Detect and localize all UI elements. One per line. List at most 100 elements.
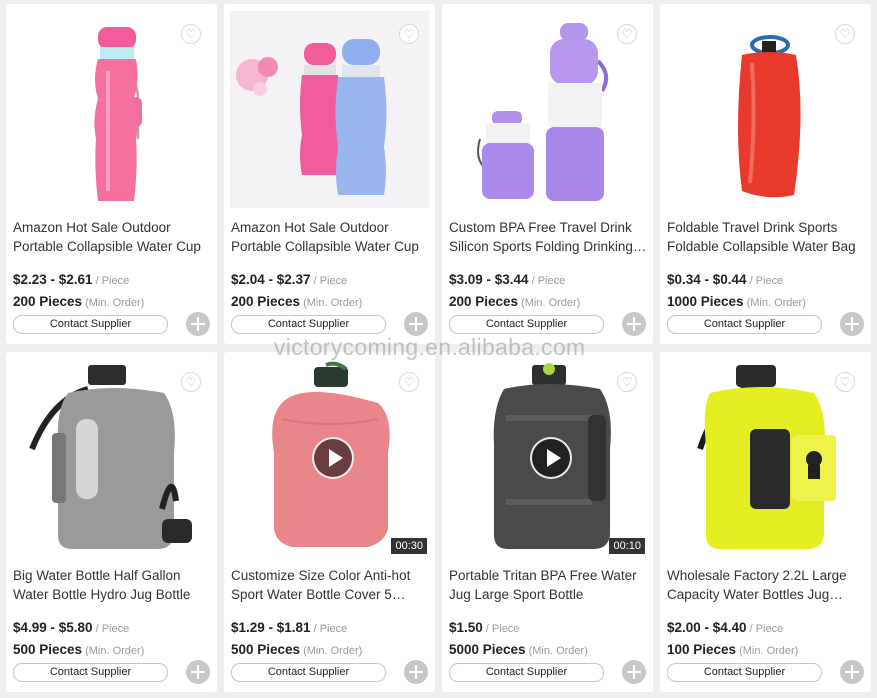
product-title[interactable]: Custom BPA Free Travel Drink Silicon Spo… — [449, 218, 649, 256]
min-order-label: (Min. Order) — [739, 645, 799, 657]
contact-supplier-button[interactable]: Contact Supplier — [449, 315, 604, 334]
product-title[interactable]: Portable Tritan BPA Free Water Jug Large… — [449, 566, 649, 604]
min-order-label: (Min. Order) — [746, 297, 806, 309]
moq-line: 100 Pieces (Min. Order) — [667, 641, 798, 659]
product-title[interactable]: Amazon Hot Sale Outdoor Portable Collaps… — [231, 218, 431, 256]
min-order-label: (Min. Order) — [303, 645, 363, 657]
product-image[interactable]: ♡ — [230, 11, 429, 208]
product-card[interactable]: ♡ Foldable Travel Drink Sports Foldable … — [660, 4, 871, 344]
min-order-qty: 200 Pieces — [13, 294, 83, 309]
product-image[interactable]: ♡ — [12, 11, 211, 208]
price-line: $4.99 - $5.80/ Piece — [13, 619, 129, 637]
video-duration: 00:10 — [609, 538, 645, 554]
contact-supplier-button[interactable]: Contact Supplier — [449, 663, 604, 682]
add-icon[interactable] — [404, 312, 428, 336]
add-icon[interactable] — [404, 660, 428, 684]
price-line: $1.50/ Piece — [449, 619, 519, 637]
contact-supplier-button[interactable]: Contact Supplier — [231, 663, 386, 682]
moq-line: 1000 Pieces (Min. Order) — [667, 293, 806, 311]
moq-line: 500 Pieces (Min. Order) — [231, 641, 362, 659]
product-card[interactable]: ♡ Amazon Hot Sale Outdoor Portable Colla… — [6, 4, 217, 344]
price-line: $2.00 - $4.40/ Piece — [667, 619, 783, 637]
product-title[interactable]: Wholesale Factory 2.2L Large Capacity Wa… — [667, 566, 867, 604]
product-card[interactable]: 00:30 ♡ Customize Size Color Anti-hot Sp… — [224, 352, 435, 692]
product-image[interactable]: ♡ — [12, 359, 211, 556]
heart-icon[interactable]: ♡ — [181, 372, 201, 392]
product-title[interactable]: Customize Size Color Anti-hot Sport Wate… — [231, 566, 431, 604]
unit-label: / Piece — [313, 623, 348, 635]
min-order-qty: 500 Pieces — [231, 642, 301, 657]
moq-line: 200 Pieces (Min. Order) — [449, 293, 580, 311]
add-icon[interactable] — [840, 312, 864, 336]
product-price: $2.00 - $4.40 — [667, 620, 747, 635]
moq-line: 200 Pieces (Min. Order) — [13, 293, 144, 311]
product-grid: ♡ Amazon Hot Sale Outdoor Portable Colla… — [6, 4, 871, 692]
product-image[interactable]: ♡ — [448, 11, 647, 208]
moq-line: 5000 Pieces (Min. Order) — [449, 641, 588, 659]
heart-icon[interactable]: ♡ — [835, 372, 855, 392]
product-price: $2.23 - $2.61 — [13, 272, 93, 287]
heart-icon[interactable]: ♡ — [617, 372, 637, 392]
product-card[interactable]: ♡ Wholesale Factory 2.2L Large Capacity … — [660, 352, 871, 692]
product-title[interactable]: Foldable Travel Drink Sports Foldable Co… — [667, 218, 867, 256]
product-card[interactable]: 00:10 ♡ Portable Tritan BPA Free Water J… — [442, 352, 653, 692]
min-order-qty: 100 Pieces — [667, 642, 737, 657]
contact-supplier-button[interactable]: Contact Supplier — [667, 315, 822, 334]
moq-line: 200 Pieces (Min. Order) — [231, 293, 362, 311]
product-price: $1.29 - $1.81 — [231, 620, 311, 635]
product-image[interactable]: 00:10 ♡ — [448, 359, 647, 556]
product-image[interactable]: 00:30 ♡ — [230, 359, 429, 556]
price-line: $2.04 - $2.37/ Piece — [231, 271, 347, 289]
min-order-qty: 200 Pieces — [231, 294, 301, 309]
min-order-label: (Min. Order) — [303, 297, 363, 309]
product-image[interactable]: ♡ — [666, 11, 865, 208]
play-icon[interactable] — [312, 437, 354, 479]
contact-supplier-button[interactable]: Contact Supplier — [231, 315, 386, 334]
product-title[interactable]: Big Water Bottle Half Gallon Water Bottl… — [13, 566, 213, 604]
product-card[interactable]: ♡ Amazon Hot Sale Outdoor Portable Colla… — [224, 4, 435, 344]
contact-supplier-button[interactable]: Contact Supplier — [13, 663, 168, 682]
min-order-qty: 500 Pieces — [13, 642, 83, 657]
product-image[interactable]: ♡ — [666, 359, 865, 556]
video-duration: 00:30 — [391, 538, 427, 554]
min-order-label: (Min. Order) — [85, 645, 145, 657]
product-price: $1.50 — [449, 620, 483, 635]
heart-icon[interactable]: ♡ — [399, 372, 419, 392]
price-line: $2.23 - $2.61/ Piece — [13, 271, 129, 289]
product-card[interactable]: ♡ Big Water Bottle Half Gallon Water Bot… — [6, 352, 217, 692]
unit-label: / Piece — [531, 275, 566, 287]
moq-line: 500 Pieces (Min. Order) — [13, 641, 144, 659]
product-price: $0.34 - $0.44 — [667, 272, 747, 287]
heart-icon[interactable]: ♡ — [835, 24, 855, 44]
heart-icon[interactable]: ♡ — [617, 24, 637, 44]
product-price: $4.99 - $5.80 — [13, 620, 93, 635]
product-price: $2.04 - $2.37 — [231, 272, 311, 287]
play-icon[interactable] — [530, 437, 572, 479]
add-icon[interactable] — [840, 660, 864, 684]
product-title[interactable]: Amazon Hot Sale Outdoor Portable Collaps… — [13, 218, 213, 256]
add-icon[interactable] — [186, 660, 210, 684]
product-price: $3.09 - $3.44 — [449, 272, 529, 287]
min-order-label: (Min. Order) — [521, 297, 581, 309]
unit-label: / Piece — [749, 623, 784, 635]
product-card[interactable]: ♡ Custom BPA Free Travel Drink Silicon S… — [442, 4, 653, 344]
price-line: $1.29 - $1.81/ Piece — [231, 619, 347, 637]
heart-icon[interactable]: ♡ — [181, 24, 201, 44]
heart-icon[interactable]: ♡ — [399, 24, 419, 44]
add-icon[interactable] — [186, 312, 210, 336]
add-icon[interactable] — [622, 660, 646, 684]
unit-label: / Piece — [749, 275, 784, 287]
unit-label: / Piece — [313, 275, 348, 287]
unit-label: / Piece — [485, 623, 520, 635]
min-order-qty: 200 Pieces — [449, 294, 519, 309]
min-order-label: (Min. Order) — [528, 645, 588, 657]
unit-label: / Piece — [95, 275, 130, 287]
min-order-label: (Min. Order) — [85, 297, 145, 309]
add-icon[interactable] — [622, 312, 646, 336]
min-order-qty: 5000 Pieces — [449, 642, 526, 657]
price-line: $3.09 - $3.44/ Piece — [449, 271, 565, 289]
price-line: $0.34 - $0.44/ Piece — [667, 271, 783, 289]
contact-supplier-button[interactable]: Contact Supplier — [13, 315, 168, 334]
contact-supplier-button[interactable]: Contact Supplier — [667, 663, 822, 682]
min-order-qty: 1000 Pieces — [667, 294, 744, 309]
